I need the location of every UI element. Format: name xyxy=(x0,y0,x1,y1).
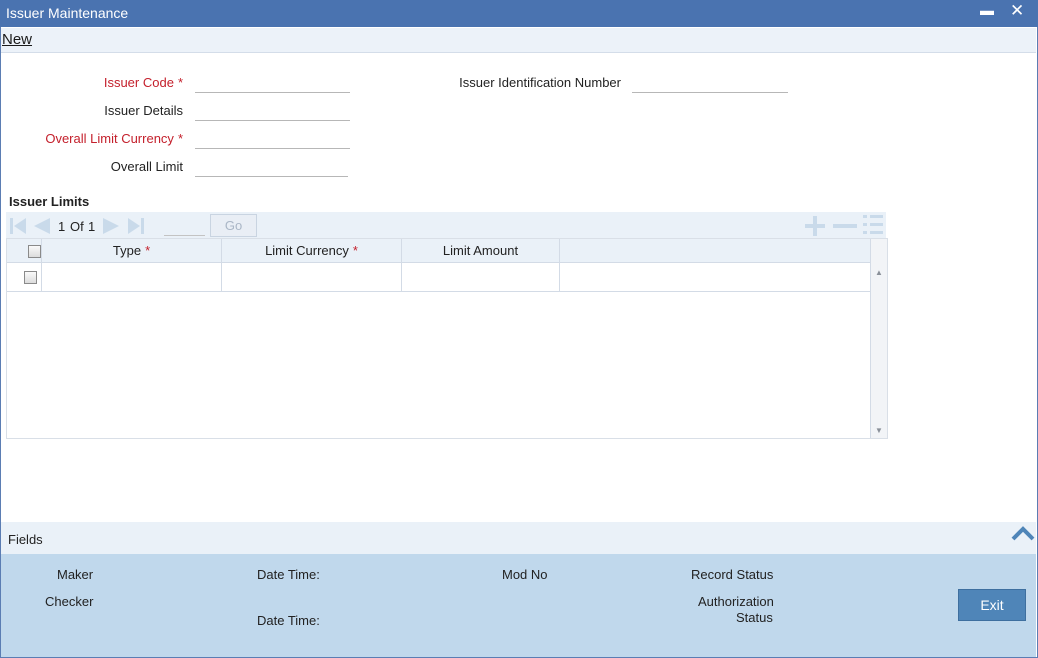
cell-limit-amount[interactable] xyxy=(402,263,560,291)
overall-limit-currency-label-text: Overall Limit Currency xyxy=(45,131,174,146)
first-page-icon[interactable] xyxy=(8,216,28,236)
issuer-id-number-label: Issuer Identification Number xyxy=(459,75,621,90)
issuer-limits-title: Issuer Limits xyxy=(9,194,90,209)
menu-bar: New xyxy=(1,28,1036,53)
go-button[interactable]: Go xyxy=(210,214,257,237)
col-limit-amount-label: Limit Amount xyxy=(442,243,519,258)
minimize-icon[interactable]: ▬ xyxy=(980,2,994,18)
authorization-status-label-line2: Status xyxy=(736,610,773,625)
col-type-label: Type xyxy=(112,243,142,258)
header-select-cell xyxy=(7,239,42,263)
audit-footer: Maker Checker Date Time: Date Time: Mod … xyxy=(1,554,1036,657)
required-mark: * xyxy=(177,131,183,146)
row-select-cell xyxy=(7,263,42,291)
maker-label: Maker xyxy=(57,567,94,582)
overall-limit-label: Overall Limit xyxy=(110,159,183,174)
overall-limit-currency-label: Overall Limit Currency * xyxy=(20,131,183,146)
pager-page-input[interactable] xyxy=(164,215,205,236)
issuer-code-label-text: Issuer Code xyxy=(103,75,174,90)
fields-label[interactable]: Fields xyxy=(8,532,43,547)
pager-of: Of xyxy=(70,219,84,234)
grid-vertical-scrollbar[interactable]: ▲ ▼ xyxy=(870,239,887,438)
pager-total: 1 xyxy=(88,219,96,234)
record-status-label: Record Status xyxy=(691,567,774,582)
maker-date-time-label: Date Time: xyxy=(257,567,320,582)
col-limit-currency[interactable]: Limit Currency * xyxy=(222,239,402,263)
scroll-up-icon[interactable]: ▲ xyxy=(875,268,883,277)
new-link[interactable]: New xyxy=(2,31,32,48)
exit-button[interactable]: Exit xyxy=(958,589,1026,621)
col-limit-amount[interactable]: Limit Amount xyxy=(402,239,560,263)
scroll-down-icon[interactable]: ▼ xyxy=(875,426,883,435)
overall-limit-input[interactable] xyxy=(195,160,348,177)
grid-header: Type * Limit Currency * Limit Amount xyxy=(7,239,871,263)
select-all-checkbox[interactable] xyxy=(28,245,41,258)
add-row-icon[interactable] xyxy=(803,216,827,236)
issuer-limits-grid: Type * Limit Currency * Limit Amount ▲ ▼ xyxy=(6,238,888,439)
checker-date-time-label: Date Time: xyxy=(257,613,320,628)
pager-current: 1 xyxy=(58,219,66,234)
issuer-code-label: Issuer Code * xyxy=(40,75,183,90)
delete-row-icon[interactable] xyxy=(831,216,859,236)
table-row xyxy=(7,263,871,292)
issuer-code-input[interactable] xyxy=(195,76,350,93)
cell-type[interactable] xyxy=(42,263,222,291)
fields-bar: Fields xyxy=(1,522,1036,554)
overall-limit-currency-input[interactable] xyxy=(195,132,350,149)
next-page-icon[interactable] xyxy=(101,216,121,236)
col-type[interactable]: Type * xyxy=(42,239,222,263)
issuer-details-input[interactable] xyxy=(195,104,350,121)
grid-pager: 1 Of 1 Go xyxy=(6,212,886,239)
cell-limit-currency[interactable] xyxy=(222,263,402,291)
mod-no-label: Mod No xyxy=(502,567,548,582)
authorization-status-label-line1: Authorization xyxy=(698,594,774,609)
required-mark: * xyxy=(352,243,358,258)
issuer-details-label: Issuer Details xyxy=(104,103,183,118)
last-page-icon[interactable] xyxy=(126,216,146,236)
prev-page-icon[interactable] xyxy=(32,216,52,236)
col-limit-currency-label: Limit Currency xyxy=(265,243,349,258)
title-bar: Issuer Maintenance ▬ ✕ xyxy=(0,0,1038,27)
window-title: Issuer Maintenance xyxy=(6,5,129,21)
required-mark: * xyxy=(177,75,183,90)
single-record-view-icon[interactable] xyxy=(861,214,885,236)
row-checkbox[interactable] xyxy=(24,271,37,284)
collapse-up-icon[interactable] xyxy=(1010,524,1036,542)
checker-label: Checker xyxy=(45,594,94,609)
issuer-id-number-input[interactable] xyxy=(632,76,788,93)
required-mark: * xyxy=(145,243,151,258)
close-icon[interactable]: ✕ xyxy=(1010,1,1024,21)
